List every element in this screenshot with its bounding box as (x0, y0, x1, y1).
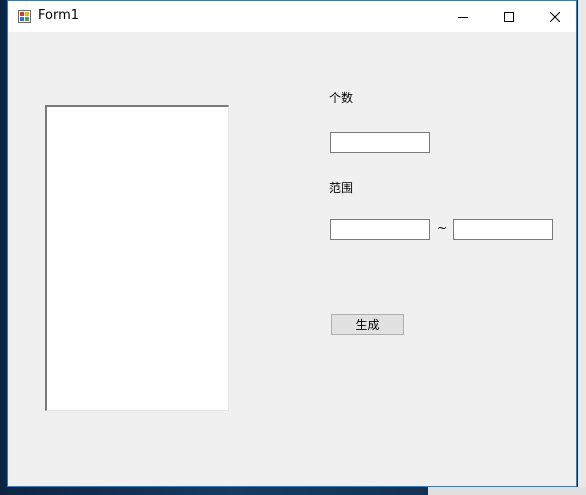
result-listbox[interactable] (45, 105, 229, 411)
minimize-icon (458, 16, 468, 18)
maximize-button[interactable] (486, 1, 532, 32)
background-window-edge (578, 0, 586, 495)
generate-button[interactable]: 生成 (331, 314, 404, 335)
app-form-icon (18, 10, 31, 23)
range-label: 范围 (329, 181, 354, 195)
title-bar[interactable]: Form1 (8, 1, 576, 32)
form-client-area: 个数 范围 ~ 生成 (8, 32, 576, 486)
close-icon (550, 11, 560, 22)
form1-window: Form1 个数 范围 ~ 生成 (7, 0, 577, 487)
range-separator: ~ (437, 221, 448, 235)
count-label: 个数 (329, 91, 354, 105)
minimize-button[interactable] (440, 1, 486, 32)
range-max-input[interactable] (453, 219, 553, 240)
close-button[interactable] (532, 1, 578, 32)
count-input[interactable] (330, 132, 430, 153)
background-window-bottom-edge (428, 487, 586, 495)
window-title: Form1 (38, 8, 80, 23)
maximize-icon (504, 11, 514, 22)
range-min-input[interactable] (330, 219, 430, 240)
